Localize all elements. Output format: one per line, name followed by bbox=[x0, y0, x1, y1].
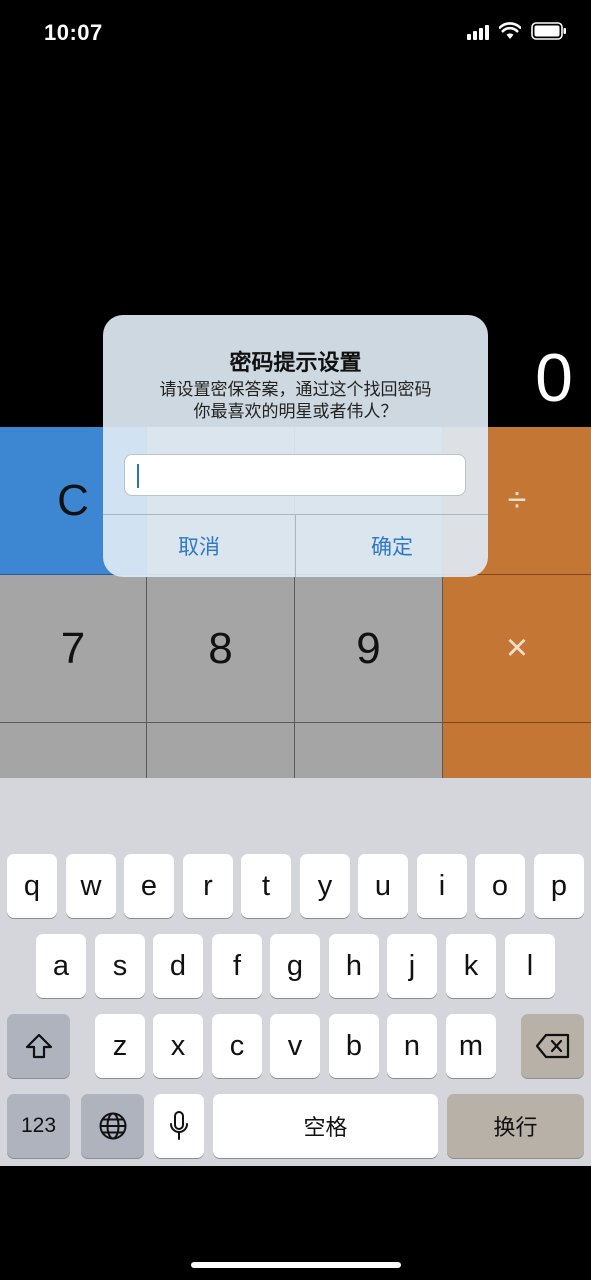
key-u[interactable]: u bbox=[358, 854, 408, 918]
key-t[interactable]: t bbox=[241, 854, 291, 918]
key-m[interactable]: m bbox=[446, 1014, 496, 1078]
key-n[interactable]: n bbox=[387, 1014, 437, 1078]
key-r[interactable]: r bbox=[183, 854, 233, 918]
home-indicator bbox=[191, 1262, 401, 1268]
key-o[interactable]: o bbox=[475, 854, 525, 918]
shift-key[interactable] bbox=[7, 1014, 70, 1078]
key-h[interactable]: h bbox=[329, 934, 379, 998]
backspace-icon bbox=[535, 1033, 569, 1059]
key-d[interactable]: d bbox=[153, 934, 203, 998]
key-g[interactable]: g bbox=[270, 934, 320, 998]
space-key[interactable]: 空格 bbox=[213, 1094, 438, 1158]
key-w[interactable]: w bbox=[66, 854, 116, 918]
calc-key-row4-3[interactable] bbox=[295, 723, 443, 783]
dictation-key[interactable] bbox=[154, 1094, 204, 1158]
key-j[interactable]: j bbox=[387, 934, 437, 998]
seven-button[interactable]: 7 bbox=[0, 575, 147, 723]
key-c[interactable]: c bbox=[212, 1014, 262, 1078]
key-z[interactable]: z bbox=[95, 1014, 145, 1078]
alert-message: 请设置密保答案，通过这个找回密码 你最喜欢的明星或者伟人？ bbox=[123, 379, 468, 423]
backspace-key[interactable] bbox=[521, 1014, 584, 1078]
globe-icon bbox=[99, 1112, 126, 1140]
shift-icon bbox=[25, 1033, 52, 1059]
confirm-button[interactable]: 确定 bbox=[296, 515, 488, 577]
calc-key-row4-2[interactable] bbox=[147, 723, 295, 783]
key-y[interactable]: y bbox=[300, 854, 350, 918]
text-caret bbox=[137, 464, 139, 488]
calculator-display: 0 bbox=[535, 340, 573, 416]
cancel-button[interactable]: 取消 bbox=[103, 515, 295, 577]
key-p[interactable]: p bbox=[534, 854, 584, 918]
calc-key-row4-1[interactable] bbox=[0, 723, 147, 783]
status-icons bbox=[467, 22, 567, 40]
key-i[interactable]: i bbox=[417, 854, 467, 918]
alert-message-line2: 你最喜欢的明星或者伟人？ bbox=[193, 402, 398, 421]
keyboard: q w e r t y u i o p a s d f g h j k l z … bbox=[0, 778, 591, 1166]
key-q[interactable]: q bbox=[7, 854, 57, 918]
microphone-icon bbox=[170, 1111, 188, 1140]
calc-key-row4-4[interactable] bbox=[443, 723, 591, 783]
key-e[interactable]: e bbox=[124, 854, 174, 918]
key-k[interactable]: k bbox=[446, 934, 496, 998]
status-time: 10:07 bbox=[44, 20, 103, 45]
cellular-signal-icon bbox=[467, 22, 489, 40]
nine-button[interactable]: 9 bbox=[295, 575, 443, 723]
key-x[interactable]: x bbox=[153, 1014, 203, 1078]
key-s[interactable]: s bbox=[95, 934, 145, 998]
battery-icon bbox=[531, 22, 566, 40]
alert-title: 密码提示设置 bbox=[229, 350, 362, 375]
key-a[interactable]: a bbox=[36, 934, 86, 998]
key-v[interactable]: v bbox=[270, 1014, 320, 1078]
return-key[interactable]: 换行 bbox=[447, 1094, 584, 1158]
security-answer-input[interactable] bbox=[124, 454, 466, 496]
globe-key[interactable] bbox=[81, 1094, 144, 1158]
eight-button[interactable]: 8 bbox=[147, 575, 295, 723]
key-l[interactable]: l bbox=[505, 934, 555, 998]
alert-message-line1: 请设置密保答案，通过这个找回密码 bbox=[159, 380, 432, 399]
key-f[interactable]: f bbox=[212, 934, 262, 998]
multiply-button[interactable]: × bbox=[443, 575, 591, 723]
key-b[interactable]: b bbox=[329, 1014, 379, 1078]
numbers-key[interactable]: 123 bbox=[7, 1094, 70, 1158]
wifi-icon bbox=[499, 22, 521, 39]
password-hint-alert: 密码提示设置 请设置密保答案，通过这个找回密码 你最喜欢的明星或者伟人？ 取消 … bbox=[103, 315, 488, 577]
